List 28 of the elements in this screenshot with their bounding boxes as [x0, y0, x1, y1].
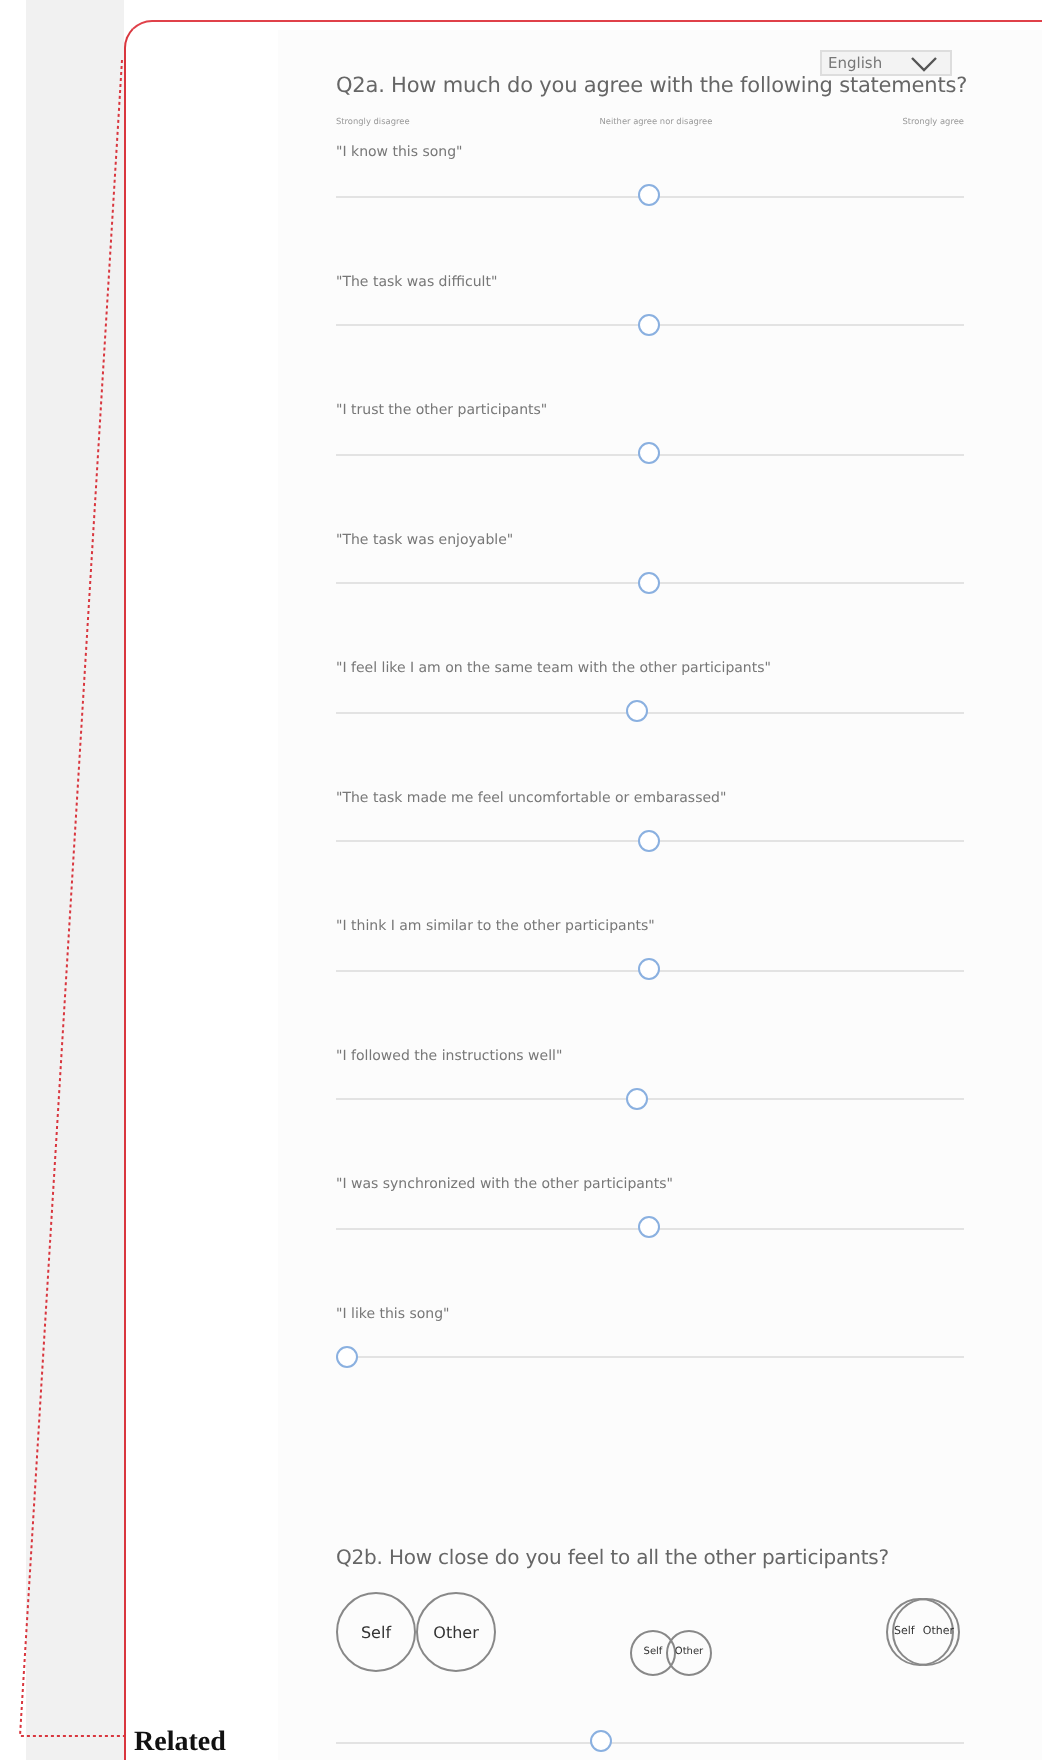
- venn-circle[interactable]: Self: [336, 1592, 416, 1672]
- slider[interactable]: [336, 829, 964, 853]
- slider-thumb[interactable]: [638, 184, 660, 206]
- slider-thumb[interactable]: [638, 1216, 660, 1238]
- slider-thumb[interactable]: [638, 571, 660, 593]
- slider[interactable]: [336, 700, 964, 724]
- question-title: Q2b. How close do you feel to all the other participants?: [336, 1548, 891, 1570]
- slider[interactable]: [336, 958, 964, 982]
- slider[interactable]: [336, 571, 964, 595]
- chevron-down-icon: [910, 55, 938, 71]
- slider-thumb[interactable]: [625, 700, 648, 722]
- slider[interactable]: [336, 184, 964, 208]
- slider[interactable]: [336, 442, 964, 466]
- slider-thumb[interactable]: [638, 442, 660, 464]
- slider[interactable]: [336, 1087, 964, 1111]
- slider-thumb[interactable]: [589, 1730, 612, 1752]
- slider-thumb[interactable]: [336, 1345, 358, 1367]
- question-title: Q2a. How much do you agree with the following statements?: [336, 74, 964, 98]
- slider[interactable]: [336, 1345, 964, 1369]
- slider-thumb[interactable]: [638, 313, 660, 335]
- slider[interactable]: [336, 1216, 964, 1240]
- slider-thumb[interactable]: [638, 829, 660, 851]
- slider-thumb[interactable]: [625, 1087, 648, 1109]
- section-heading: Related: [134, 1728, 226, 1760]
- venn-circle[interactable]: Other: [416, 1592, 496, 1672]
- slider[interactable]: [336, 313, 964, 337]
- slider[interactable]: [336, 1730, 964, 1754]
- slider-thumb[interactable]: [638, 958, 660, 980]
